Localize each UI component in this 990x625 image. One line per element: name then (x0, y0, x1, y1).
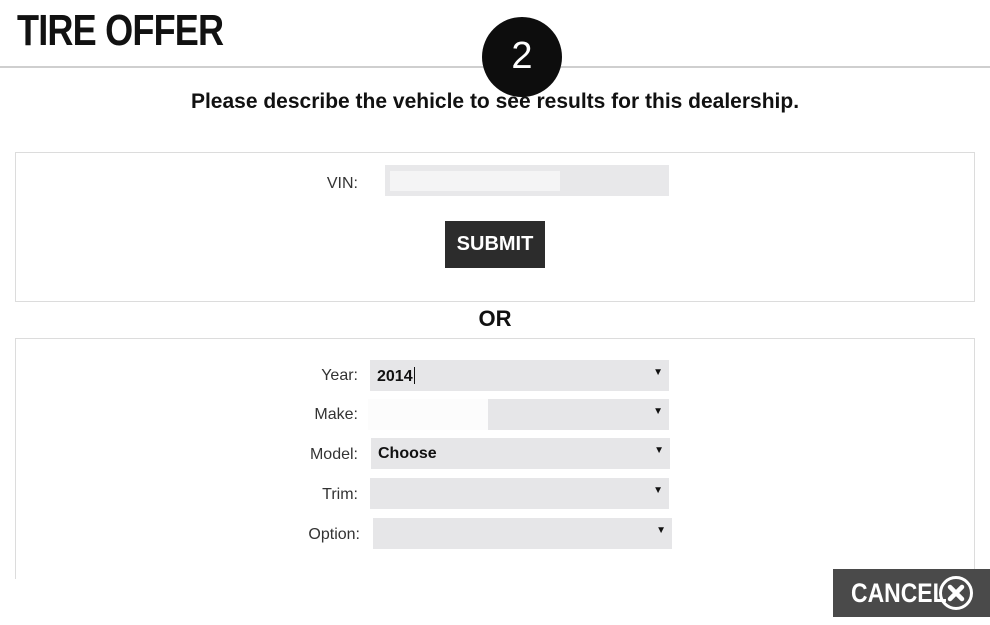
chevron-down-icon: ▼ (653, 406, 663, 417)
make-label: Make: (314, 406, 358, 423)
vin-input-value (390, 171, 560, 191)
chevron-down-icon: ▼ (653, 485, 663, 496)
year-select-value: 2014 (377, 367, 415, 385)
make-select[interactable]: ▼ (368, 399, 669, 430)
chevron-down-icon: ▼ (653, 367, 663, 378)
option-select[interactable]: ▼ (373, 518, 672, 549)
or-separator: OR (478, 306, 512, 331)
chevron-down-icon: ▼ (656, 525, 666, 536)
model-label: Model: (309, 446, 358, 463)
step-number-badge: 2 (482, 17, 562, 97)
model-select[interactable]: Choose ▼ (371, 438, 670, 469)
vin-label: VIN: (326, 175, 358, 192)
vin-input[interactable] (385, 165, 669, 196)
year-label: Year: (321, 367, 358, 384)
year-select[interactable]: 2014 ▼ (370, 360, 669, 391)
option-label: Option: (308, 526, 360, 543)
cancel-button[interactable]: CANCEL (833, 569, 990, 617)
model-select-value: Choose (378, 445, 437, 462)
trim-select[interactable]: ▼ (370, 478, 669, 509)
chevron-down-icon: ▼ (654, 445, 664, 456)
trim-label: Trim: (322, 486, 358, 503)
cancel-label: CANCEL (851, 578, 947, 608)
instruction-text: Please describe the vehicle to see resul… (190, 90, 800, 113)
close-circle-icon (939, 576, 973, 610)
page-title: TIRE OFFER (17, 6, 224, 55)
submit-button[interactable]: SUBMIT (445, 221, 545, 268)
make-select-empty-area (368, 399, 488, 430)
